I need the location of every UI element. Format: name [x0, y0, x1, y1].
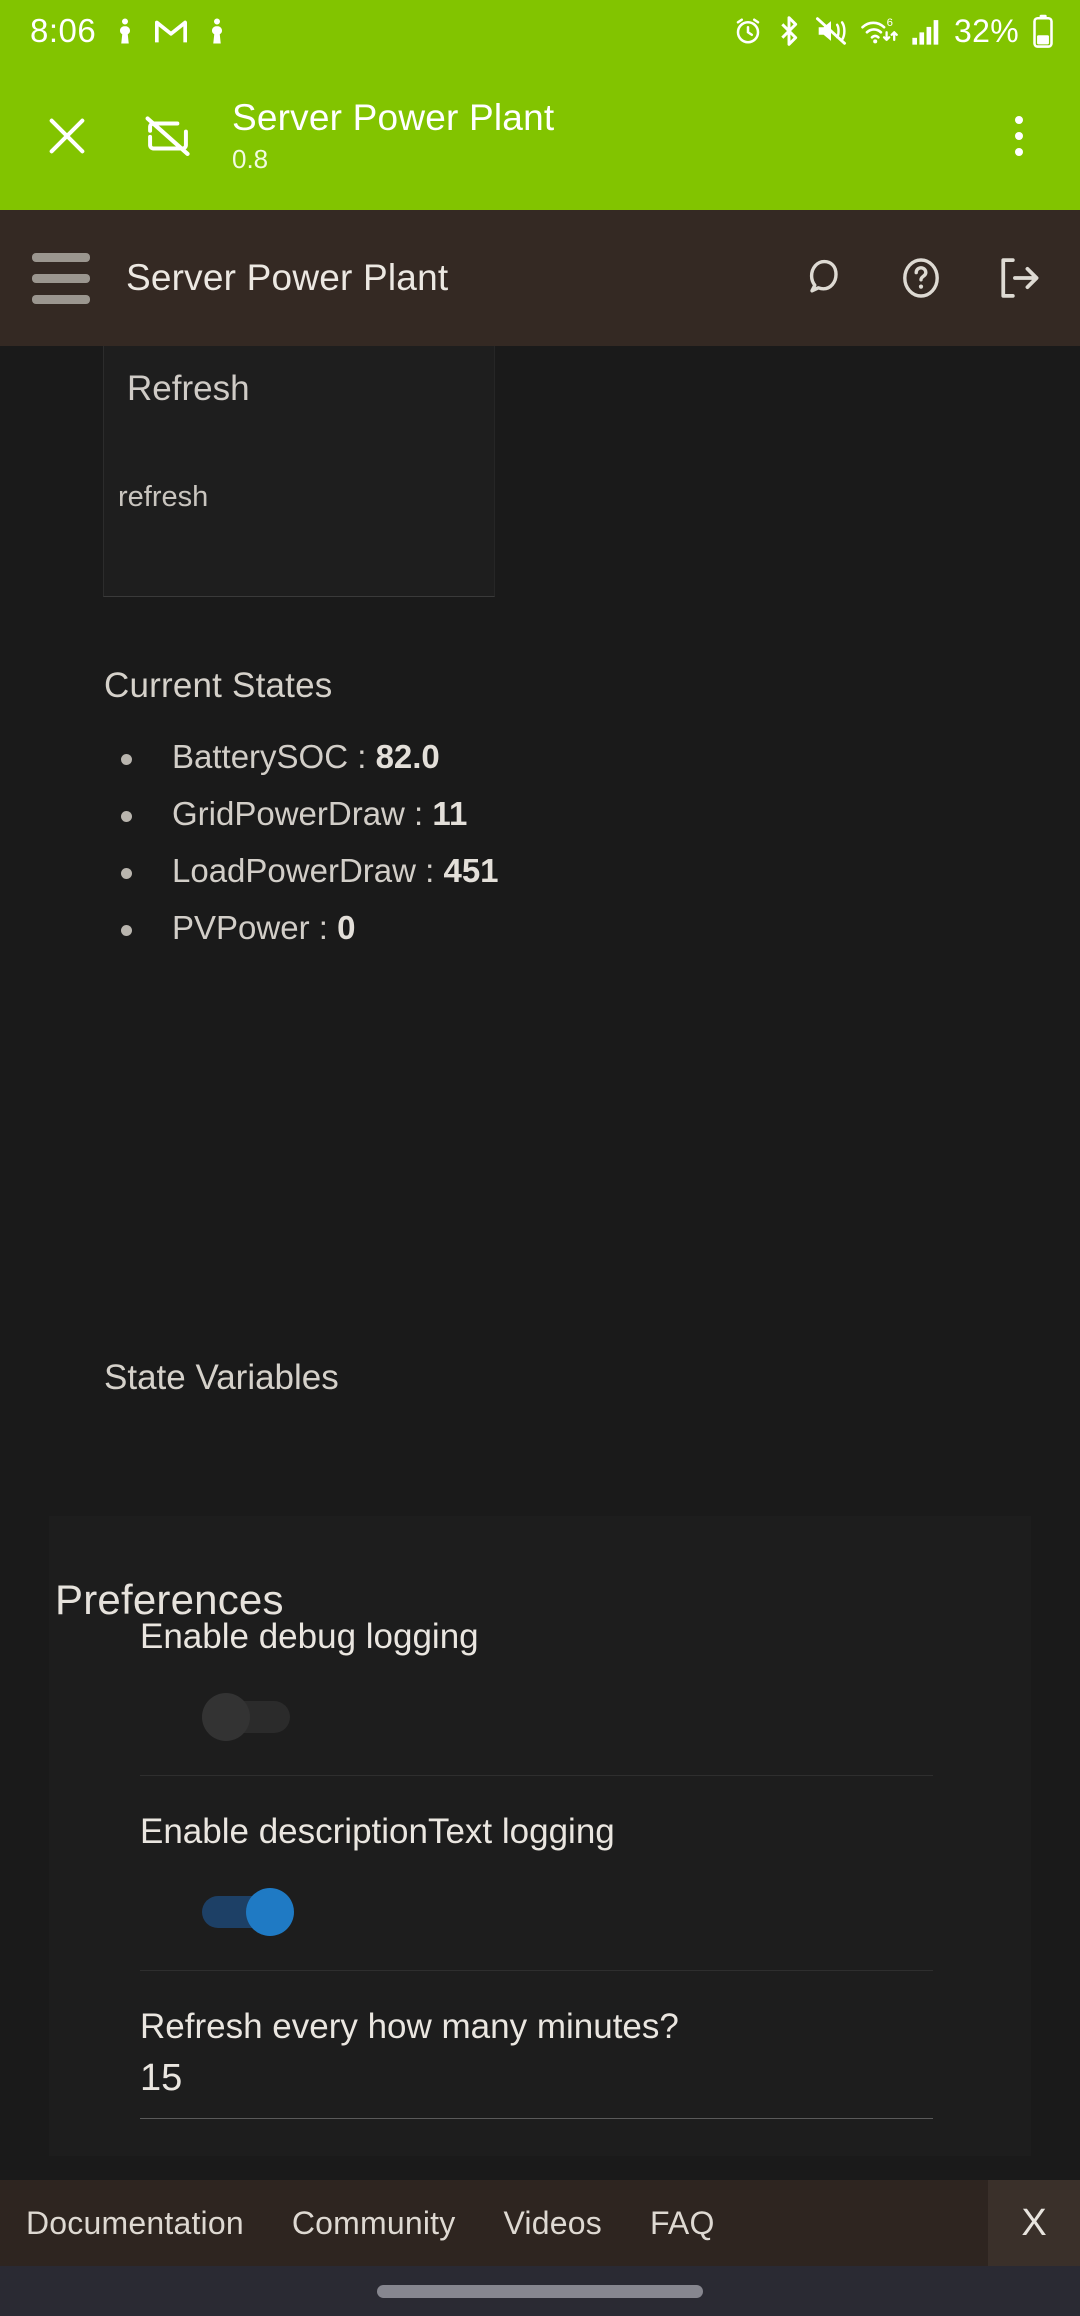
- svg-text:6: 6: [887, 17, 893, 29]
- preference-row-debug-logging[interactable]: Enable debug logging: [140, 1616, 933, 1776]
- preference-row-descriptiontext-logging[interactable]: Enable descriptionText logging: [140, 1811, 933, 1971]
- toggle-descriptiontext-logging[interactable]: [202, 1888, 298, 1936]
- list-item: LoadPowerDraw : 451: [104, 852, 499, 890]
- app-root: 8:06 6 32% Server Power Plant 0.8 Server…: [0, 0, 1080, 2316]
- toggle-knob: [202, 1693, 250, 1741]
- state-label: PVPower :: [172, 909, 328, 946]
- current-states-list: BatterySOC : 82.0 GridPowerDraw : 11 Loa…: [104, 738, 499, 947]
- hamburger-menu-button[interactable]: [24, 241, 98, 315]
- footer-close-button[interactable]: X: [988, 2180, 1080, 2266]
- overflow-menu-button[interactable]: [986, 99, 1052, 173]
- list-item: GridPowerDraw : 11: [104, 795, 499, 833]
- command-card-title: Refresh: [127, 369, 250, 408]
- footer-link-faq[interactable]: FAQ: [650, 2205, 715, 2242]
- app-header: Server Power Plant: [0, 210, 1080, 346]
- home-gesture-pill[interactable]: [377, 2284, 703, 2298]
- state-label: BatterySOC :: [172, 738, 367, 775]
- command-card-refresh[interactable]: Refresh refresh: [103, 346, 495, 597]
- more-vertical-icon: [1015, 116, 1023, 156]
- gmail-icon: [154, 16, 188, 46]
- close-button[interactable]: [30, 99, 104, 173]
- close-icon: [49, 118, 85, 154]
- wifi-6-icon: 6: [860, 15, 898, 47]
- status-bar-left: 8:06: [30, 12, 232, 50]
- command-card-action[interactable]: refresh: [118, 481, 208, 514]
- state-value: 82.0: [375, 738, 440, 775]
- chat-bubble-button[interactable]: [794, 247, 856, 309]
- bluetooth-icon: [776, 15, 802, 47]
- state-value: 451: [443, 852, 499, 889]
- chat-bubble-icon: [809, 259, 838, 293]
- app-notification-icon-2: [202, 15, 232, 47]
- input-underline: [140, 2118, 933, 2119]
- logout-icon: [1001, 258, 1039, 298]
- main-content: Refresh refresh Current States BatterySO…: [0, 346, 1080, 2180]
- current-states-heading: Current States: [104, 666, 333, 705]
- state-label: LoadPowerDraw :: [172, 852, 435, 889]
- system-navigation-bar: [0, 2266, 1080, 2316]
- state-value: 0: [337, 909, 356, 946]
- green-bar-subtitle: 0.8: [232, 144, 269, 174]
- cast-disabled-icon: [145, 116, 190, 157]
- current-states-section: Current States BatterySOC : 82.0 GridPow…: [104, 666, 499, 966]
- state-value: 11: [432, 795, 468, 832]
- hamburger-menu-icon-bar: [32, 294, 90, 304]
- green-app-bar: Server Power Plant 0.8: [0, 62, 1080, 210]
- app-header-title: Server Power Plant: [126, 257, 449, 298]
- vibrate-mute-icon: [815, 16, 847, 46]
- help-circle-icon: [903, 258, 939, 298]
- battery-percent-label: 32%: [954, 12, 1019, 49]
- preference-label: Enable debug logging: [140, 1617, 479, 1656]
- state-label: GridPowerDraw :: [172, 795, 424, 832]
- logout-button[interactable]: [986, 247, 1048, 309]
- green-bar-text: Server Power Plant 0.8: [232, 96, 986, 176]
- preference-row-refresh-minutes[interactable]: Refresh every how many minutes? 15: [140, 2006, 933, 2170]
- battery-icon: [1032, 14, 1054, 48]
- footer-link-videos[interactable]: Videos: [503, 2205, 601, 2242]
- status-bar: 8:06 6 32%: [0, 0, 1080, 62]
- preference-label: Enable descriptionText logging: [140, 1812, 615, 1851]
- toggle-debug-logging[interactable]: [202, 1693, 298, 1741]
- app-notification-icon: [110, 15, 140, 47]
- help-button[interactable]: [890, 247, 952, 309]
- green-bar-title: Server Power Plant: [232, 97, 555, 138]
- preference-label: Refresh every how many minutes?: [140, 2007, 679, 2046]
- cellular-signal-icon: [911, 16, 941, 46]
- cast-disabled-button[interactable]: [130, 99, 206, 173]
- list-item: BatterySOC : 82.0: [104, 738, 499, 776]
- alarm-icon: [733, 16, 763, 46]
- status-bar-right: 6 32%: [733, 13, 1054, 50]
- hamburger-menu-icon-bar: [32, 273, 90, 283]
- footer-link-community[interactable]: Community: [292, 2205, 456, 2242]
- footer-bar: Documentation Community Videos FAQ X: [0, 2180, 1080, 2266]
- refresh-minutes-input[interactable]: 15: [140, 2054, 933, 2102]
- state-variables-heading: State Variables: [104, 1358, 339, 1397]
- app-header-actions: [794, 247, 1048, 309]
- list-item: PVPower : 0: [104, 909, 499, 947]
- status-bar-clock: 8:06: [30, 12, 97, 49]
- footer-link-documentation[interactable]: Documentation: [26, 2205, 244, 2242]
- hamburger-menu-icon: [32, 252, 90, 262]
- toggle-knob: [246, 1888, 294, 1936]
